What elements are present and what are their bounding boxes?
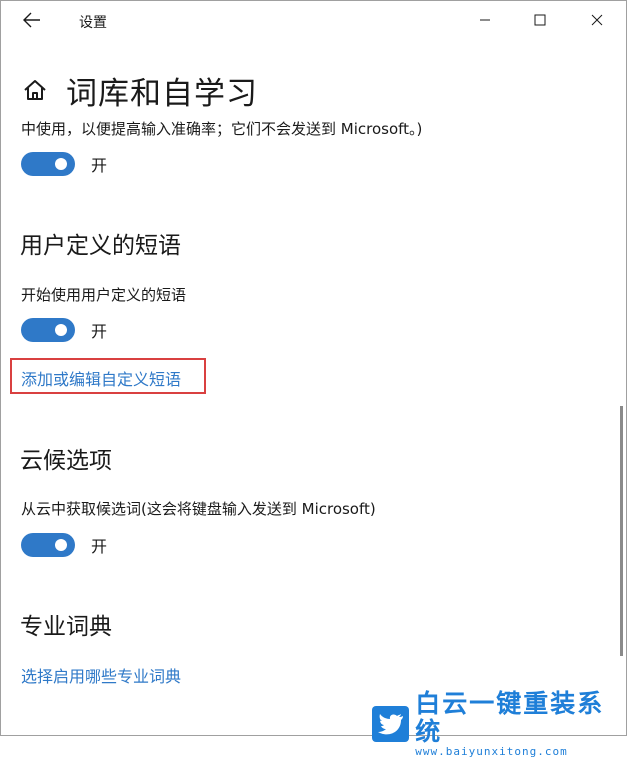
scrollbar[interactable]	[620, 406, 623, 656]
home-icon[interactable]	[22, 77, 48, 103]
toggle-knob	[55, 158, 67, 170]
section-heading-dictionary: 专业词典	[20, 614, 112, 640]
learning-toggle-row: 开	[21, 151, 107, 177]
maximize-icon	[534, 14, 546, 26]
description-text: 中使用，以便提高输入准确率；它们不会发送到 Microsoft。)	[21, 120, 423, 138]
custom-phrases-toggle[interactable]	[21, 318, 75, 342]
toggle-state-label: 开	[91, 537, 108, 556]
close-icon	[591, 14, 603, 26]
cloud-toggle[interactable]	[21, 533, 75, 557]
close-button[interactable]	[582, 6, 612, 34]
page-header: 词库和自学习	[22, 68, 258, 112]
watermark-text: 白云一键重装系统 www.baiyunxitong.com	[415, 690, 627, 758]
watermark-logo: 白云一键重装系统 www.baiyunxitong.com	[372, 690, 627, 758]
watermark-badge	[372, 706, 410, 742]
toggle-knob	[55, 324, 67, 336]
toggle-knob	[55, 539, 67, 551]
edit-custom-phrases-link[interactable]: 添加或编辑自定义短语	[21, 366, 181, 390]
cloud-setting-label: 从云中获取候选词(这会将键盘输入发送到 Microsoft)	[21, 500, 376, 518]
back-button[interactable]	[20, 8, 44, 32]
learning-toggle[interactable]	[21, 152, 75, 176]
bird-icon	[377, 714, 403, 735]
choose-dictionaries-link[interactable]: 选择启用哪些专业词典	[21, 663, 181, 687]
section-heading-cloud: 云候选项	[20, 448, 112, 474]
maximize-button[interactable]	[525, 6, 555, 34]
toggle-state-label: 开	[91, 322, 108, 341]
custom-phrases-setting-label: 开始使用用户定义的短语	[21, 286, 187, 304]
app-title: 设置	[79, 15, 107, 31]
custom-phrases-toggle-row: 开	[21, 317, 107, 343]
cloud-toggle-row: 开	[21, 532, 107, 558]
page-title: 词库和自学习	[66, 75, 258, 112]
minimize-button[interactable]	[470, 6, 500, 34]
title-bar: 设置	[0, 0, 627, 42]
back-arrow-icon	[23, 12, 40, 28]
toggle-state-label: 开	[91, 156, 108, 175]
section-heading-custom-phrases: 用户定义的短语	[20, 233, 181, 259]
minimize-icon	[480, 19, 490, 21]
watermark-name: 白云一键重装系统	[415, 689, 605, 746]
watermark-url: www.baiyunxitong.com	[415, 745, 568, 758]
